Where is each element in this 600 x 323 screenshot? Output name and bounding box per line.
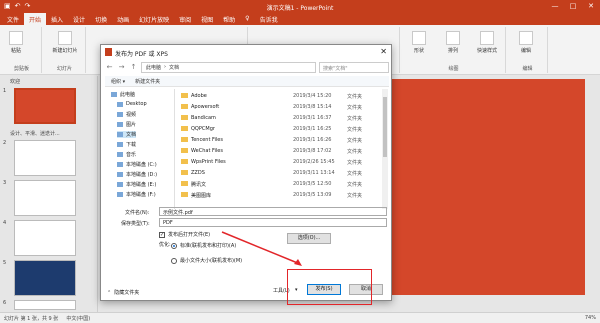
annotation-arrow <box>221 231 302 266</box>
